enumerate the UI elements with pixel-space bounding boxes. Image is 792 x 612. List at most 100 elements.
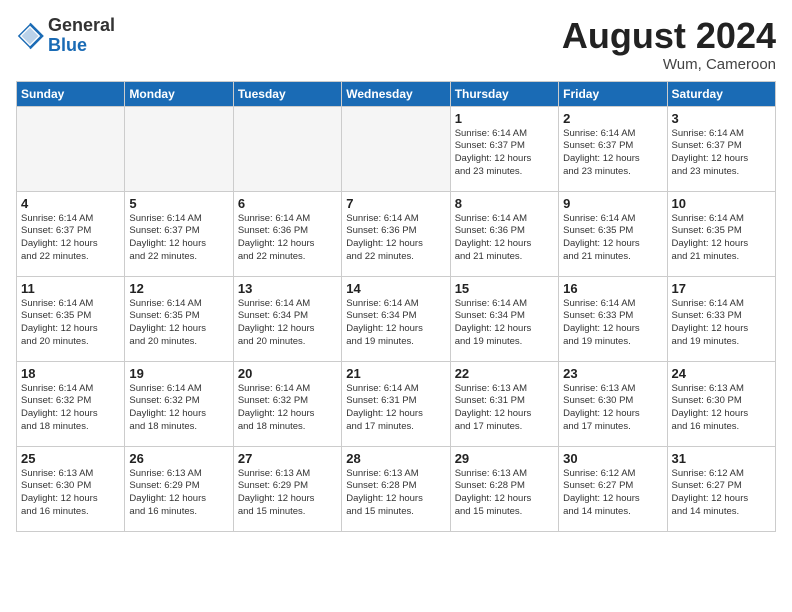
day-info: Sunrise: 6:13 AM Sunset: 6:30 PM Dayligh… xyxy=(563,383,662,434)
calendar-body: 1Sunrise: 6:14 AM Sunset: 6:37 PM Daylig… xyxy=(17,106,776,531)
day-number: 10 xyxy=(672,196,771,211)
day-info: Sunrise: 6:13 AM Sunset: 6:29 PM Dayligh… xyxy=(129,468,228,519)
day-number: 5 xyxy=(129,196,228,211)
day-number: 15 xyxy=(455,281,554,296)
day-info: Sunrise: 6:14 AM Sunset: 6:35 PM Dayligh… xyxy=(563,213,662,264)
calendar-table: SundayMondayTuesdayWednesdayThursdayFrid… xyxy=(16,81,776,532)
calendar-title: August 2024 xyxy=(562,16,776,56)
day-info: Sunrise: 6:14 AM Sunset: 6:31 PM Dayligh… xyxy=(346,383,445,434)
week-row-2: 4 Sunrise: 6:14 AM Sunset: 6:37 PM Daylig… xyxy=(17,191,776,276)
title-block: August 2024 Wum, Cameroon xyxy=(562,16,776,73)
day-cell: 28Sunrise: 6:13 AM Sunset: 6:28 PM Dayli… xyxy=(342,446,450,531)
day-cell: 2 Sunrise: 6:14 AM Sunset: 6:37 PM Daylig… xyxy=(559,106,667,191)
header-cell-friday: Friday xyxy=(559,81,667,106)
day-cell: 5 Sunrise: 6:14 AM Sunset: 6:37 PM Daylig… xyxy=(125,191,233,276)
week-row-4: 18 Sunrise: 6:14 AM Sunset: 6:32 PM Dayli… xyxy=(17,361,776,446)
day-number: 29 xyxy=(455,451,554,466)
day-cell: 13 Sunrise: 6:14 AM Sunset: 6:34 PM Dayli… xyxy=(233,276,341,361)
day-cell: 1Sunrise: 6:14 AM Sunset: 6:37 PM Daylig… xyxy=(450,106,558,191)
day-cell: 16 Sunrise: 6:14 AM Sunset: 6:33 PM Dayli… xyxy=(559,276,667,361)
day-cell: 20Sunrise: 6:14 AM Sunset: 6:32 PM Dayli… xyxy=(233,361,341,446)
day-info: Sunrise: 6:12 AM Sunset: 6:27 PM Dayligh… xyxy=(672,468,771,519)
header-cell-sunday: Sunday xyxy=(17,81,125,106)
day-number: 18 xyxy=(21,366,120,381)
day-number: 14 xyxy=(346,281,445,296)
calendar-header: SundayMondayTuesdayWednesdayThursdayFrid… xyxy=(17,81,776,106)
day-info: Sunrise: 6:14 AM Sunset: 6:34 PM Dayligh… xyxy=(238,298,337,349)
day-cell: 29 Sunrise: 6:13 AM Sunset: 6:28 PM Dayli… xyxy=(450,446,558,531)
day-info: Sunrise: 6:13 AM Sunset: 6:31 PM Dayligh… xyxy=(455,383,554,434)
day-cell: 26Sunrise: 6:13 AM Sunset: 6:29 PM Dayli… xyxy=(125,446,233,531)
day-info: Sunrise: 6:14 AM Sunset: 6:35 PM Dayligh… xyxy=(21,298,120,349)
day-cell xyxy=(233,106,341,191)
header-row: SundayMondayTuesdayWednesdayThursdayFrid… xyxy=(17,81,776,106)
day-cell: 10 Sunrise: 6:14 AM Sunset: 6:35 PM Dayli… xyxy=(667,191,775,276)
header-cell-saturday: Saturday xyxy=(667,81,775,106)
week-row-5: 25Sunrise: 6:13 AM Sunset: 6:30 PM Dayli… xyxy=(17,446,776,531)
day-number: 23 xyxy=(563,366,662,381)
day-number: 25 xyxy=(21,451,120,466)
day-number: 17 xyxy=(672,281,771,296)
day-number: 28 xyxy=(346,451,445,466)
day-info: Sunrise: 6:14 AM Sunset: 6:33 PM Dayligh… xyxy=(672,298,771,349)
header-cell-monday: Monday xyxy=(125,81,233,106)
day-info: Sunrise: 6:14 AM Sunset: 6:36 PM Dayligh… xyxy=(346,213,445,264)
day-cell xyxy=(17,106,125,191)
day-info: Sunrise: 6:14 AM Sunset: 6:37 PM Dayligh… xyxy=(672,128,771,179)
day-cell xyxy=(125,106,233,191)
day-info: Sunrise: 6:14 AM Sunset: 6:37 PM Dayligh… xyxy=(129,213,228,264)
day-cell: 19Sunrise: 6:14 AM Sunset: 6:32 PM Dayli… xyxy=(125,361,233,446)
logo-icon xyxy=(16,22,44,50)
header-cell-thursday: Thursday xyxy=(450,81,558,106)
day-info: Sunrise: 6:13 AM Sunset: 6:30 PM Dayligh… xyxy=(672,383,771,434)
day-cell: 25Sunrise: 6:13 AM Sunset: 6:30 PM Dayli… xyxy=(17,446,125,531)
day-info: Sunrise: 6:13 AM Sunset: 6:28 PM Dayligh… xyxy=(455,468,554,519)
day-number: 13 xyxy=(238,281,337,296)
day-info: Sunrise: 6:14 AM Sunset: 6:37 PM Dayligh… xyxy=(455,128,554,179)
day-cell: 12Sunrise: 6:14 AM Sunset: 6:35 PM Dayli… xyxy=(125,276,233,361)
page-header: General Blue August 2024 Wum, Cameroon xyxy=(16,16,776,73)
day-cell: 15Sunrise: 6:14 AM Sunset: 6:34 PM Dayli… xyxy=(450,276,558,361)
day-number: 21 xyxy=(346,366,445,381)
day-cell: 7 Sunrise: 6:14 AM Sunset: 6:36 PM Daylig… xyxy=(342,191,450,276)
header-cell-tuesday: Tuesday xyxy=(233,81,341,106)
day-cell: 31Sunrise: 6:12 AM Sunset: 6:27 PM Dayli… xyxy=(667,446,775,531)
day-number: 11 xyxy=(21,281,120,296)
day-cell: 11 Sunrise: 6:14 AM Sunset: 6:35 PM Dayli… xyxy=(17,276,125,361)
day-info: Sunrise: 6:14 AM Sunset: 6:37 PM Dayligh… xyxy=(21,213,120,264)
day-number: 4 xyxy=(21,196,120,211)
day-cell: 30Sunrise: 6:12 AM Sunset: 6:27 PM Dayli… xyxy=(559,446,667,531)
day-cell: 3 Sunrise: 6:14 AM Sunset: 6:37 PM Daylig… xyxy=(667,106,775,191)
day-info: Sunrise: 6:12 AM Sunset: 6:27 PM Dayligh… xyxy=(563,468,662,519)
day-number: 8 xyxy=(455,196,554,211)
day-cell: 27 Sunrise: 6:13 AM Sunset: 6:29 PM Dayli… xyxy=(233,446,341,531)
day-number: 20 xyxy=(238,366,337,381)
day-cell: 22 Sunrise: 6:13 AM Sunset: 6:31 PM Dayli… xyxy=(450,361,558,446)
day-info: Sunrise: 6:14 AM Sunset: 6:36 PM Dayligh… xyxy=(455,213,554,264)
day-number: 22 xyxy=(455,366,554,381)
day-number: 27 xyxy=(238,451,337,466)
day-number: 9 xyxy=(563,196,662,211)
day-number: 16 xyxy=(563,281,662,296)
day-cell: 9 Sunrise: 6:14 AM Sunset: 6:35 PM Daylig… xyxy=(559,191,667,276)
day-info: Sunrise: 6:14 AM Sunset: 6:32 PM Dayligh… xyxy=(21,383,120,434)
week-row-3: 11 Sunrise: 6:14 AM Sunset: 6:35 PM Dayli… xyxy=(17,276,776,361)
day-number: 19 xyxy=(129,366,228,381)
day-info: Sunrise: 6:14 AM Sunset: 6:37 PM Dayligh… xyxy=(563,128,662,179)
calendar-subtitle: Wum, Cameroon xyxy=(562,56,776,73)
day-number: 3 xyxy=(672,111,771,126)
logo-text: General Blue xyxy=(48,16,115,56)
day-cell: 21 Sunrise: 6:14 AM Sunset: 6:31 PM Dayli… xyxy=(342,361,450,446)
day-cell: 24Sunrise: 6:13 AM Sunset: 6:30 PM Dayli… xyxy=(667,361,775,446)
logo-general: General xyxy=(48,15,115,35)
day-cell: 18 Sunrise: 6:14 AM Sunset: 6:32 PM Dayli… xyxy=(17,361,125,446)
logo-blue: Blue xyxy=(48,35,87,55)
day-number: 6 xyxy=(238,196,337,211)
day-number: 2 xyxy=(563,111,662,126)
day-info: Sunrise: 6:13 AM Sunset: 6:29 PM Dayligh… xyxy=(238,468,337,519)
day-info: Sunrise: 6:14 AM Sunset: 6:35 PM Dayligh… xyxy=(672,213,771,264)
day-info: Sunrise: 6:14 AM Sunset: 6:33 PM Dayligh… xyxy=(563,298,662,349)
day-number: 7 xyxy=(346,196,445,211)
day-number: 12 xyxy=(129,281,228,296)
day-cell: 23 Sunrise: 6:13 AM Sunset: 6:30 PM Dayli… xyxy=(559,361,667,446)
